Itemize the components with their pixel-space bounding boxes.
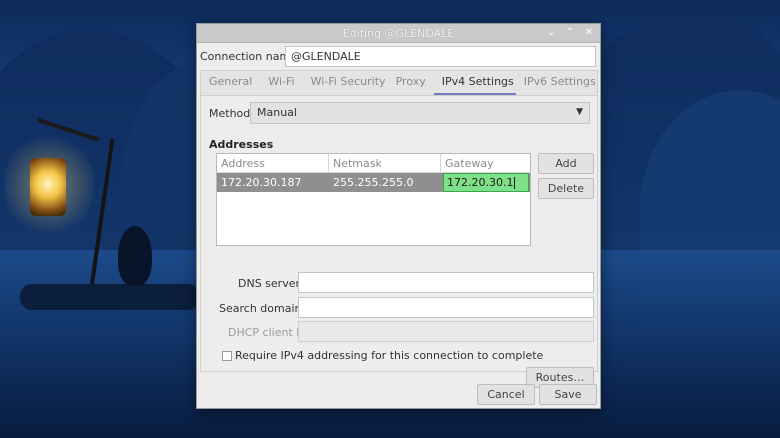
chevron-down-icon[interactable]: ⌄ [546, 26, 556, 40]
window-title: Editing @GLENDALE [342, 27, 455, 40]
column-header-netmask[interactable]: Netmask [329, 154, 441, 172]
method-value: Manual [257, 106, 297, 119]
connection-name-label: Connection name [200, 50, 297, 63]
chevron-up-icon[interactable]: ⌃ [565, 26, 575, 40]
delete-button[interactable]: Delete [538, 178, 594, 199]
add-button[interactable]: Add [538, 153, 594, 174]
text-cursor [514, 177, 516, 189]
dhcp-client-id-input [298, 321, 594, 342]
search-domains-input[interactable] [298, 297, 594, 318]
tab-wifi-security[interactable]: Wi-Fi Security [303, 71, 388, 95]
dropdown-arrow-icon: ▼ [576, 107, 583, 117]
ipv4-settings-panel: Method Manual ▼ Addresses Address Netmas… [200, 96, 598, 388]
cancel-button[interactable]: Cancel [477, 384, 535, 405]
tab-general[interactable]: General [201, 71, 260, 95]
tab-ipv6-settings[interactable]: IPv6 Settings [516, 71, 598, 95]
close-icon[interactable]: ✕ [584, 26, 594, 40]
tab-proxy[interactable]: Proxy [388, 71, 434, 95]
lantern-image [30, 158, 66, 216]
connection-name-row: Connection name @GLENDALE [197, 45, 600, 69]
table-header: Address Netmask Gateway [217, 154, 530, 173]
addresses-table: Address Netmask Gateway 172.20.30.187 25… [216, 153, 531, 246]
gateway-cell-editor[interactable]: 172.20.30.1 [443, 173, 529, 192]
address-cell[interactable]: 172.20.30.187 [217, 173, 329, 192]
tab-wifi[interactable]: Wi-Fi [260, 71, 302, 95]
method-label: Method [209, 107, 251, 120]
column-header-gateway[interactable]: Gateway [441, 154, 530, 172]
title-bar[interactable]: Editing @GLENDALE ⌄ ⌃ ✕ [197, 24, 600, 43]
netmask-cell[interactable]: 255.255.255.0 [329, 173, 441, 192]
gateway-value: 172.20.30.1 [447, 176, 514, 189]
dhcp-client-id-label: DHCP client ID [228, 326, 308, 339]
table-row[interactable]: 172.20.30.187 255.255.255.0 172.20.30.1 [217, 173, 530, 192]
column-header-address[interactable]: Address [217, 154, 329, 172]
search-domains-label: Search domains [219, 302, 308, 315]
require-ipv4-checkbox[interactable] [222, 351, 232, 361]
dns-servers-label: DNS servers [238, 277, 306, 290]
method-select[interactable]: Manual ▼ [250, 102, 590, 124]
save-button[interactable]: Save [539, 384, 597, 405]
require-ipv4-label[interactable]: Require IPv4 addressing for this connect… [235, 349, 543, 362]
edit-connection-dialog: Editing @GLENDALE ⌄ ⌃ ✕ Connection name … [196, 23, 601, 409]
dns-servers-input[interactable] [298, 272, 594, 293]
tab-ipv4-settings[interactable]: IPv4 Settings [433, 71, 516, 95]
cormorant-image [118, 226, 152, 286]
connection-name-input[interactable]: @GLENDALE [285, 46, 596, 67]
settings-tabs: General Wi-Fi Wi-Fi Security Proxy IPv4 … [200, 70, 598, 96]
addresses-heading: Addresses [209, 138, 274, 151]
